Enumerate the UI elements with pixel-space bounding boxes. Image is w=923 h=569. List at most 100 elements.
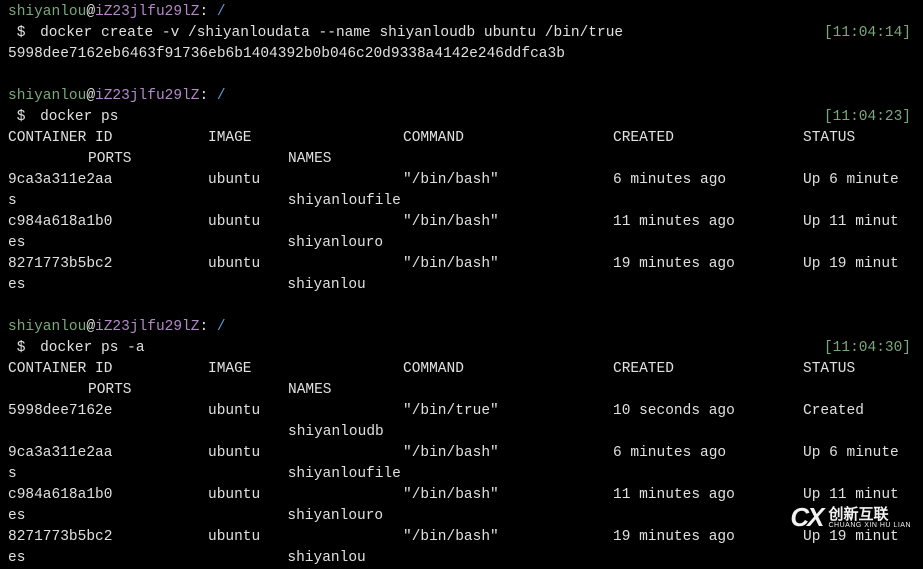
cell-status-suffix: es (8, 233, 25, 254)
watermark-py: CHUANG XIN HU LIAN (828, 522, 911, 529)
cell-image: ubuntu (208, 485, 403, 506)
cell-names: shiyanloudb (288, 422, 384, 443)
timestamp: [11:04:23] (824, 107, 915, 128)
table-row-wrap: s shiyanloufile (8, 464, 915, 485)
header-names: NAMES (288, 149, 332, 170)
cell-names: shiyanlouro (287, 506, 383, 527)
cell-ports (87, 233, 287, 254)
cell-status-suffix: s (8, 464, 17, 485)
cell-created: 19 minutes ago (613, 527, 803, 548)
header-image: IMAGE (208, 128, 403, 149)
command-line-2[interactable]: $ docker ps[11:04:23] (8, 107, 915, 128)
table-row: 8271773b5bc2ubuntu"/bin/bash"19 minutes … (8, 254, 915, 275)
cell-ports (88, 422, 288, 443)
table-row: 5998dee7162eubuntu"/bin/true"10 seconds … (8, 401, 915, 422)
cell-status: Up 6 minute (803, 170, 899, 191)
cell-names: shiyanloufile (288, 464, 401, 485)
cell-container-id: c984a618a1b0 (8, 212, 208, 233)
timestamp: [11:04:30] (824, 338, 915, 359)
command-text: docker ps (40, 107, 118, 128)
table-row-wrap: shiyanloudb (8, 422, 915, 443)
cell-status: Up 6 minute (803, 443, 899, 464)
cell-status-suffix: es (8, 548, 25, 569)
cell-status: Up 19 minut (803, 254, 899, 275)
cell-created: 10 seconds ago (613, 401, 803, 422)
table-header: CONTAINER IDIMAGECOMMANDCREATEDSTATUS (8, 128, 915, 149)
header-created: CREATED (613, 128, 803, 149)
cell-ports (88, 464, 288, 485)
cell-container-id: 5998dee7162e (8, 401, 208, 422)
cell-command: "/bin/bash" (403, 170, 613, 191)
prompt-path: / (208, 2, 225, 23)
table-header: CONTAINER IDIMAGECOMMANDCREATEDSTATUS (8, 359, 915, 380)
cell-container-id: 8271773b5bc2 (8, 254, 208, 275)
prompt-dollar: $ (8, 23, 34, 44)
cell-status-suffix: es (8, 275, 25, 296)
cell-image: ubuntu (208, 527, 403, 548)
table-row: c984a618a1b0ubuntu"/bin/bash"11 minutes … (8, 212, 915, 233)
cell-names: shiyanlou (287, 275, 365, 296)
prompt-line-2: shiyanlou@iZ23jlfu29lZ: / (8, 86, 915, 107)
cell-command: "/bin/bash" (403, 443, 613, 464)
cell-image: ubuntu (208, 212, 403, 233)
table-row-wrap: es shiyanlouro (8, 506, 915, 527)
blank-line (8, 65, 915, 86)
blank-line (8, 296, 915, 317)
header-command: COMMAND (403, 128, 613, 149)
table-row: 8271773b5bc2ubuntu"/bin/bash"19 minutes … (8, 527, 915, 548)
cell-container-id: 9ca3a311e2aa (8, 170, 208, 191)
table-row-wrap: s shiyanloufile (8, 191, 915, 212)
cell-command: "/bin/bash" (403, 527, 613, 548)
table-row: c984a618a1b0ubuntu"/bin/bash"11 minutes … (8, 485, 915, 506)
table-row: 9ca3a311e2aaubuntu"/bin/bash"6 minutes a… (8, 443, 915, 464)
cell-status-suffix: s (8, 191, 17, 212)
cell-created: 11 minutes ago (613, 212, 803, 233)
cell-ports (88, 191, 288, 212)
command-line-3[interactable]: $ docker ps -a[11:04:30] (8, 338, 915, 359)
cell-ports (87, 548, 287, 569)
cell-image: ubuntu (208, 254, 403, 275)
command-text: docker ps -a (40, 338, 144, 359)
cell-status-suffix: es (8, 506, 25, 527)
table-header-2: PORTSNAMES (8, 380, 915, 401)
table-row-wrap: es shiyanlou (8, 548, 915, 569)
command-line-1[interactable]: $ docker create -v /shiyanloudata --name… (8, 23, 915, 44)
table-row-wrap: es shiyanlou (8, 275, 915, 296)
table-row: 9ca3a311e2aaubuntu"/bin/bash"6 minutes a… (8, 170, 915, 191)
cell-command: "/bin/bash" (403, 254, 613, 275)
prompt-line-3: shiyanlou@iZ23jlfu29lZ: / (8, 317, 915, 338)
table-header-2: PORTSNAMES (8, 149, 915, 170)
cell-names: shiyanlouro (287, 233, 383, 254)
prompt-host: iZ23jlfu29lZ (95, 2, 199, 23)
command-text: docker create -v /shiyanloudata --name s… (40, 23, 623, 44)
cell-container-id: c984a618a1b0 (8, 485, 208, 506)
cell-created: 6 minutes ago (613, 443, 803, 464)
cell-status: Up 11 minut (803, 212, 899, 233)
prompt-at: @ (86, 2, 95, 23)
cell-created: 19 minutes ago (613, 254, 803, 275)
header-container-id: CONTAINER ID (8, 128, 208, 149)
watermark-cn: 创新互联 (828, 507, 911, 522)
header-status: STATUS (803, 128, 855, 149)
cell-created: 6 minutes ago (613, 170, 803, 191)
cell-image: ubuntu (208, 443, 403, 464)
cell-ports (87, 275, 287, 296)
output-hash: 5998dee7162eb6463f91736eb6b1404392b0b046… (8, 44, 915, 65)
cell-names: shiyanlou (287, 548, 365, 569)
header-ports: PORTS (88, 149, 288, 170)
cell-command: "/bin/bash" (403, 485, 613, 506)
cell-created: 11 minutes ago (613, 485, 803, 506)
cell-image: ubuntu (208, 170, 403, 191)
prompt-colon: : (199, 2, 208, 23)
table-row-wrap: es shiyanlouro (8, 233, 915, 254)
watermark: CX 创新互联 CHUANG XIN HU LIAN (790, 499, 911, 537)
prompt-user: shiyanlou (8, 2, 86, 23)
cell-image: ubuntu (208, 401, 403, 422)
cell-command: "/bin/bash" (403, 212, 613, 233)
cell-container-id: 8271773b5bc2 (8, 527, 208, 548)
cell-ports (87, 506, 287, 527)
timestamp: [11:04:14] (824, 23, 915, 44)
cell-names: shiyanloufile (288, 191, 401, 212)
prompt-line-1: shiyanlou@iZ23jlfu29lZ: / (8, 2, 915, 23)
watermark-logo: CX (790, 499, 822, 537)
